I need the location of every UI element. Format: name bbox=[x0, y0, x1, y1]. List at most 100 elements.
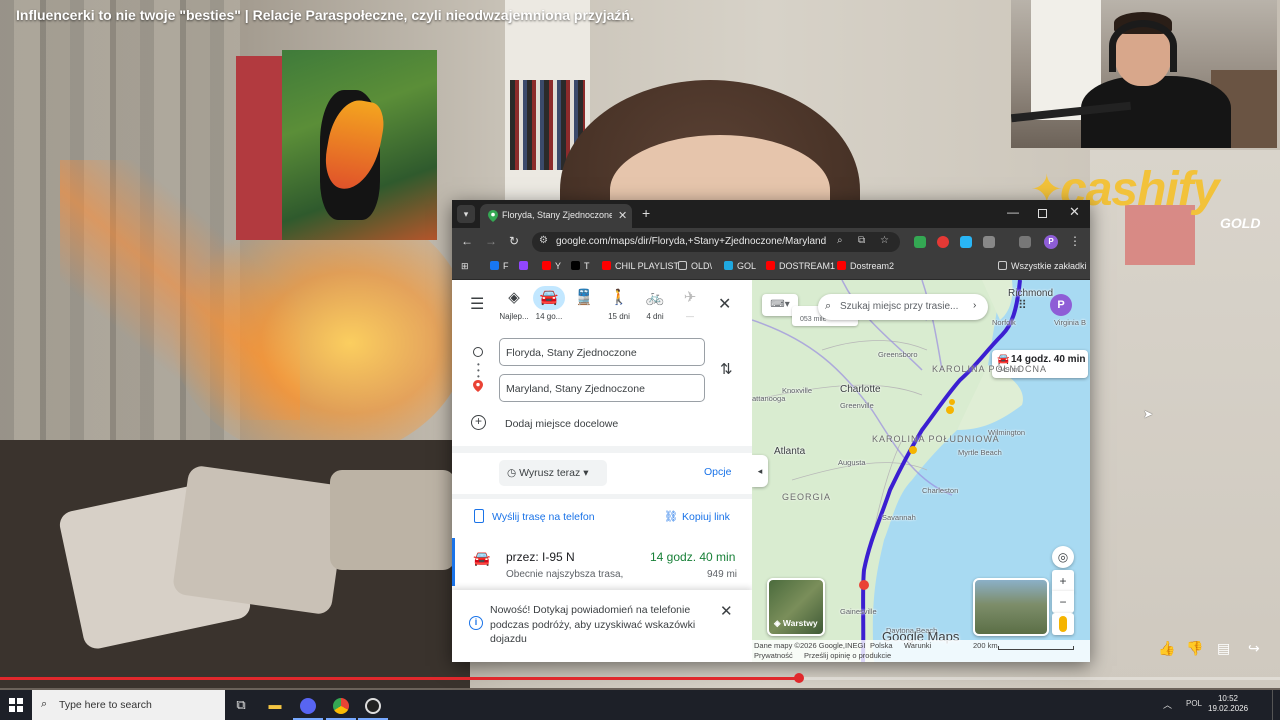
destination-input[interactable]: Maryland, Stany Zjednoczone bbox=[499, 374, 705, 402]
bookmark-item[interactable]: Dostream2 bbox=[837, 261, 894, 271]
bookmark-star-icon[interactable]: ☆ bbox=[880, 235, 889, 246]
mode-cycling[interactable]: 🚲 4 dni bbox=[637, 286, 673, 321]
comments-icon[interactable]: ▤ bbox=[1217, 640, 1230, 657]
chevron-right-icon[interactable]: › bbox=[973, 300, 976, 311]
language-indicator[interactable]: POL bbox=[1186, 699, 1202, 708]
apps-grid-icon[interactable]: ⠿ bbox=[1018, 298, 1027, 312]
profile-avatar[interactable]: P bbox=[1044, 235, 1058, 249]
options-button[interactable]: Opcje bbox=[704, 466, 731, 478]
url-text[interactable]: google.com/maps/dir/Floryda,+Stany+Zjedn… bbox=[556, 236, 826, 247]
headset bbox=[1109, 20, 1177, 72]
divider bbox=[452, 446, 752, 453]
add-destination-button[interactable]: Dodaj miejsce docelowe bbox=[505, 418, 618, 430]
file-explorer-icon[interactable]: ▬ bbox=[260, 690, 290, 720]
video-progress-bar[interactable] bbox=[0, 677, 1280, 680]
phone-icon bbox=[474, 509, 484, 523]
new-tab-button[interactable]: + bbox=[642, 205, 650, 221]
zoom-in-button[interactable]: + bbox=[1052, 570, 1074, 592]
city-label: Norfolk bbox=[992, 318, 1016, 327]
mouse-cursor-icon: ➤ bbox=[1143, 407, 1154, 421]
progress-scrubber[interactable] bbox=[793, 673, 804, 683]
mode-walking[interactable]: 🚶 15 dni bbox=[601, 286, 637, 321]
my-location-icon[interactable]: ◎ bbox=[1052, 546, 1074, 568]
show-desktop-button[interactable] bbox=[1272, 690, 1280, 720]
install-icon[interactable]: ⧉ bbox=[858, 235, 865, 246]
city-label: Myrtle Beach bbox=[958, 448, 1002, 457]
tab-search-button[interactable]: ▾ bbox=[457, 205, 475, 223]
feedback-link[interactable]: Prześlij opinię o produkcie bbox=[804, 651, 891, 660]
close-window-button[interactable]: ✕ bbox=[1069, 204, 1080, 220]
extension-icon[interactable] bbox=[960, 236, 972, 248]
map-canvas[interactable]: ◂ ⌨▾ 053 mile ⌕ Szukaj miejsc przy trasi… bbox=[752, 280, 1090, 662]
zoom-icon[interactable]: ⌕ bbox=[837, 235, 843, 246]
maximize-button[interactable] bbox=[1038, 209, 1047, 218]
bookmark-item[interactable]: CHIL PLAYLIST bbox=[602, 261, 679, 271]
map-data-credit: Dane mapy ©2026 Google,INEGI bbox=[754, 641, 866, 650]
layers-button[interactable]: ◈ Warstwy bbox=[767, 578, 825, 636]
extension-icon[interactable] bbox=[914, 236, 926, 248]
more-menu-icon[interactable]: ⋮ bbox=[1069, 234, 1081, 248]
taskbar-search-placeholder[interactable]: Type here to search bbox=[59, 699, 152, 711]
forward-arrow-icon[interactable]: → bbox=[485, 234, 497, 248]
street-view-pegman-icon[interactable] bbox=[1052, 613, 1074, 635]
bookmark-item[interactable]: GOL bbox=[724, 261, 756, 271]
copy-link-button[interactable]: Kopiuj link bbox=[682, 511, 730, 523]
site-info-icon[interactable]: ⚙ bbox=[539, 235, 548, 246]
chrome-app-icon[interactable] bbox=[326, 690, 356, 720]
route-duration: 14 godz. 40 min bbox=[650, 550, 736, 564]
close-tab-icon[interactable]: ✕ bbox=[618, 209, 627, 222]
region-link[interactable]: Polska bbox=[870, 641, 893, 650]
like-icon[interactable]: 👍 bbox=[1158, 640, 1175, 657]
dislike-icon[interactable]: 👎 bbox=[1186, 640, 1203, 657]
account-avatar[interactable]: P bbox=[1050, 294, 1072, 316]
mode-driving[interactable]: 🚘 14 go... bbox=[531, 286, 567, 321]
bookmark-item[interactable]: Y bbox=[542, 261, 561, 271]
tab-google-maps[interactable]: Floryda, Stany Zjednoczone do Maryland, … bbox=[480, 204, 632, 228]
tray-overflow-icon[interactable]: ︿ bbox=[1163, 698, 1172, 711]
close-notice-icon[interactable]: ✕ bbox=[720, 602, 733, 620]
windows-taskbar: ⌕ Type here to search ⧉ ▬ ︿ POL 10:52 19… bbox=[0, 690, 1280, 720]
collapse-panel-button[interactable]: ◂ bbox=[752, 455, 768, 487]
swap-icon[interactable]: ⇅ bbox=[720, 360, 733, 378]
discord-app-icon[interactable] bbox=[293, 690, 323, 720]
mode-flight[interactable]: ✈ — bbox=[672, 286, 708, 321]
share-icon[interactable]: ↪ bbox=[1248, 640, 1260, 657]
apps-grid-icon[interactable]: ⊞ bbox=[461, 261, 469, 272]
add-icon[interactable]: + bbox=[471, 415, 486, 430]
extension-icon[interactable] bbox=[937, 236, 949, 248]
map-search-input[interactable]: Szukaj miejsc przy trasie... bbox=[840, 301, 970, 312]
obs-app-icon[interactable] bbox=[358, 690, 388, 720]
back-arrow-icon[interactable]: ← bbox=[461, 234, 473, 248]
video-title[interactable]: Influencerki to nie twoje "besties" | Re… bbox=[16, 7, 634, 23]
route-option-card[interactable]: 🚘 przez: I-95 N 14 godz. 40 min Obecnie … bbox=[452, 538, 752, 586]
all-bookmarks[interactable]: Wszystkie zakładki bbox=[998, 261, 1087, 271]
bookmark-item[interactable]: F bbox=[490, 261, 509, 271]
reload-icon[interactable]: ↻ bbox=[509, 234, 519, 248]
taskbar-search[interactable]: ⌕ Type here to search bbox=[32, 690, 225, 720]
city-label: Charleston bbox=[922, 486, 959, 495]
clock[interactable]: 10:52 19.02.2026 bbox=[1208, 694, 1248, 714]
windows-start-icon[interactable] bbox=[9, 698, 23, 712]
media-icon[interactable] bbox=[1019, 236, 1031, 248]
minimize-button[interactable]: — bbox=[1007, 205, 1019, 219]
terms-link[interactable]: Warunki bbox=[904, 641, 931, 650]
bookmark-folder[interactable]: OLD\ bbox=[678, 261, 712, 271]
mode-best[interactable]: ◈ Najlep... bbox=[496, 286, 532, 321]
bookmark-item[interactable]: DOSTREAM1 bbox=[766, 261, 835, 271]
origin-input[interactable]: Floryda, Stany Zjednoczone bbox=[499, 338, 705, 366]
leave-now-dropdown[interactable]: ◷ Wyrusz teraz ▾ bbox=[499, 460, 607, 486]
close-directions-icon[interactable]: ✕ bbox=[718, 294, 731, 314]
extensions-puzzle-icon[interactable] bbox=[983, 236, 995, 248]
new-feature-notice: i Nowość! Dotykaj powiadomień na telefon… bbox=[452, 590, 752, 662]
zoom-out-button[interactable]: − bbox=[1052, 591, 1074, 613]
street-view-thumbnail[interactable] bbox=[973, 578, 1049, 636]
mode-transit[interactable]: 🚆 bbox=[566, 286, 602, 312]
bookmark-item[interactable]: T bbox=[571, 261, 590, 271]
privacy-link[interactable]: Prywatność bbox=[754, 651, 793, 660]
task-view-icon[interactable]: ⧉ bbox=[226, 690, 256, 720]
address-bar[interactable]: ⚙ google.com/maps/dir/Floryda,+Stany+Zje… bbox=[532, 232, 900, 252]
map-search-box[interactable]: ⌕ Szukaj miejsc przy trasie... › bbox=[818, 294, 988, 320]
bookmark-item[interactable] bbox=[519, 261, 532, 271]
menu-icon[interactable]: ☰ bbox=[470, 294, 484, 314]
send-to-phone-button[interactable]: Wyślij trasę na telefon bbox=[492, 511, 595, 523]
